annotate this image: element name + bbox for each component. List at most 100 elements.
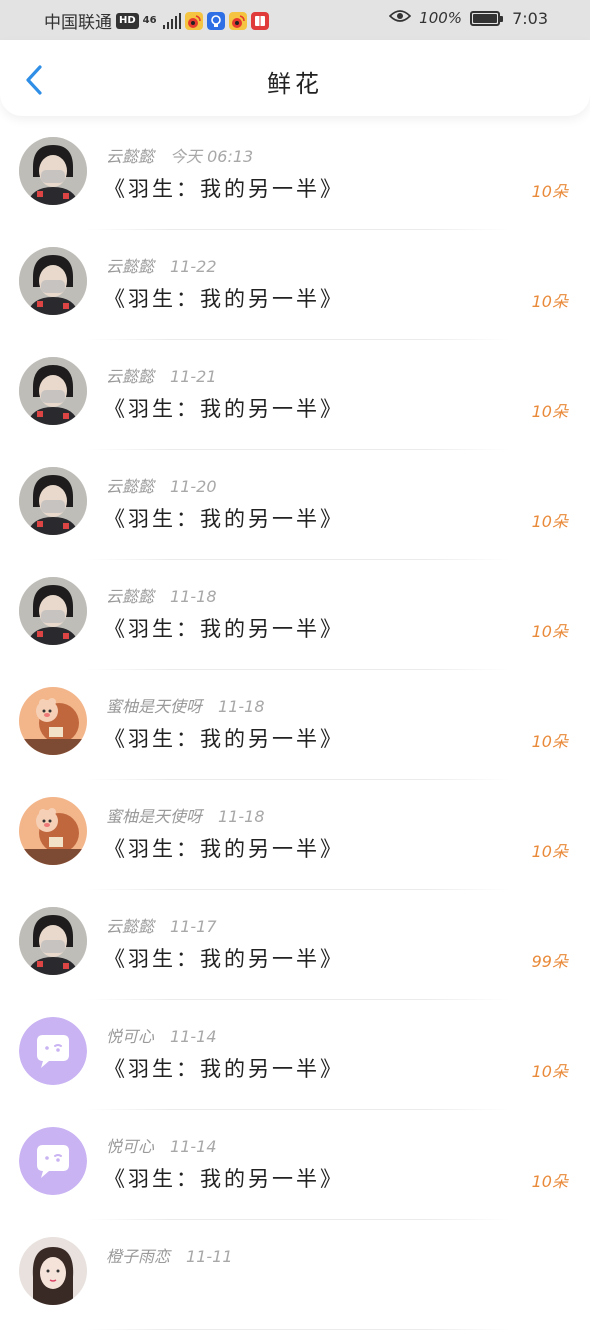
timestamp: 11-14	[170, 1027, 217, 1046]
battery-icon	[470, 10, 504, 26]
reader-app-icon	[250, 11, 269, 30]
eye-icon	[389, 8, 412, 28]
name-line: 云懿懿 11-20	[106, 473, 217, 497]
name-line: 云懿懿 11-22	[106, 253, 217, 277]
network-badge: 46	[142, 15, 157, 26]
user-photo-avatar-icon	[19, 467, 87, 535]
avatar[interactable]	[19, 1127, 87, 1195]
avatar[interactable]	[19, 247, 87, 315]
name-line: 悦可心 11-14	[106, 1133, 217, 1157]
list-item-3[interactable]: 云懿懿 11-20 《羽生：我的另一半》 10朵	[0, 450, 590, 560]
list-item-8[interactable]: 悦可心 11-14 《羽生：我的另一半》 10朵	[0, 1000, 590, 1110]
avatar[interactable]	[19, 467, 87, 535]
book-title[interactable]: 《羽生：我的另一半》	[104, 723, 344, 753]
name-line: 蜜柚是天使呀 11-18	[106, 693, 265, 717]
avatar[interactable]	[19, 1237, 87, 1305]
user-name[interactable]: 悦可心	[106, 1137, 154, 1156]
name-line: 云懿懿 11-21	[106, 363, 217, 387]
timestamp: 今天 06:13	[170, 147, 254, 166]
list-item-9[interactable]: 悦可心 11-14 《羽生：我的另一半》 10朵	[0, 1110, 590, 1220]
avatar[interactable]	[19, 137, 87, 205]
user-name[interactable]: 蜜柚是天使呀	[106, 807, 202, 826]
weibo-icon-2	[228, 11, 247, 30]
timestamp: 11-18	[170, 587, 217, 606]
user-photo-avatar-icon	[19, 137, 87, 205]
book-title[interactable]: 《羽生：我的另一半》	[104, 503, 344, 533]
user-photo-avatar-icon	[19, 357, 87, 425]
flower-record-list: 云懿懿 今天 06:13 《羽生：我的另一半》 10朵 云懿懿 11-22 《羽生：…	[0, 120, 590, 1330]
book-title[interactable]: 《羽生：我的另一半》	[104, 173, 344, 203]
book-title[interactable]: 《羽生：我的另一半》	[104, 613, 344, 643]
timestamp: 11-20	[170, 477, 217, 496]
user-name[interactable]: 云懿懿	[106, 147, 154, 166]
name-line: 云懿懿 今天 06:13	[106, 143, 253, 167]
user-name[interactable]: 橙子雨恋	[106, 1247, 170, 1266]
flower-amount: 10朵	[531, 512, 568, 531]
name-line: 蜜柚是天使呀 11-18	[106, 803, 265, 827]
list-item-0[interactable]: 云懿懿 今天 06:13 《羽生：我的另一半》 10朵	[0, 120, 590, 230]
book-title[interactable]: 《羽生：我的另一半》	[104, 1163, 344, 1193]
name-line: 橙子雨恋 11-11	[106, 1243, 233, 1267]
bulb-app-icon	[206, 11, 225, 30]
timestamp: 11-14	[170, 1137, 217, 1156]
page-title: 鲜花	[267, 70, 323, 98]
book-title[interactable]: 《羽生：我的另一半》	[104, 833, 344, 863]
list-item-2[interactable]: 云懿懿 11-21 《羽生：我的另一半》 10朵	[0, 340, 590, 450]
list-item-7[interactable]: 云懿懿 11-17 《羽生：我的另一半》 99朵	[0, 890, 590, 1000]
avatar[interactable]	[19, 797, 87, 865]
book-title[interactable]: 《羽生：我的另一半》	[104, 283, 344, 313]
timestamp: 11-11	[186, 1247, 233, 1266]
carrier-label: 中国联通	[44, 13, 112, 33]
flower-amount: 10朵	[531, 402, 568, 421]
avatar[interactable]	[19, 907, 87, 975]
book-title[interactable]: 《羽生：我的另一半》	[104, 943, 344, 973]
status-bar: 中国联通 HD 46 100% 7:03	[0, 0, 590, 40]
book-title[interactable]: 《羽生：我的另一半》	[104, 393, 344, 423]
avatar[interactable]	[19, 1017, 87, 1085]
flower-amount: 10朵	[531, 732, 568, 751]
flower-amount: 10朵	[531, 182, 568, 201]
list-item-1[interactable]: 云懿懿 11-22 《羽生：我的另一半》 10朵	[0, 230, 590, 340]
status-left: 中国联通 HD 46	[44, 8, 269, 33]
name-line: 悦可心 11-14	[106, 1023, 217, 1047]
list-item-6[interactable]: 蜜柚是天使呀 11-18 《羽生：我的另一半》 10朵	[0, 780, 590, 890]
avatar[interactable]	[19, 687, 87, 755]
user-name[interactable]: 蜜柚是天使呀	[106, 697, 202, 716]
page-header: 鲜花	[0, 40, 590, 116]
flower-amount: 10朵	[531, 622, 568, 641]
default-chat-avatar-icon	[19, 1127, 87, 1195]
user-name[interactable]: 悦可心	[106, 1027, 154, 1046]
hd-badge: HD	[116, 12, 139, 29]
status-right: 100% 7:03	[389, 8, 548, 28]
book-title[interactable]: 《羽生：我的另一半》	[104, 1053, 344, 1083]
weibo-icon	[184, 11, 203, 30]
list-item-10[interactable]: 橙子雨恋 11-11	[0, 1220, 590, 1330]
avatar[interactable]	[19, 357, 87, 425]
name-line: 云懿懿 11-18	[106, 583, 217, 607]
cartoon-bear-avatar-icon	[19, 687, 87, 755]
user-name[interactable]: 云懿懿	[106, 257, 154, 276]
default-chat-avatar-icon	[19, 1017, 87, 1085]
user-photo-avatar-icon	[19, 247, 87, 315]
list-item-4[interactable]: 云懿懿 11-18 《羽生：我的另一半》 10朵	[0, 560, 590, 670]
cartoon-bear-avatar-icon	[19, 797, 87, 865]
flower-amount: 10朵	[531, 1172, 568, 1191]
user-name[interactable]: 云懿懿	[106, 917, 154, 936]
timestamp: 11-21	[170, 367, 217, 386]
user-photo-girl-avatar-icon	[19, 1237, 87, 1305]
flower-amount: 10朵	[531, 1062, 568, 1081]
battery-percent: 100%	[419, 9, 463, 27]
name-line: 云懿懿 11-17	[106, 913, 217, 937]
flower-amount: 10朵	[531, 292, 568, 311]
user-name[interactable]: 云懿懿	[106, 587, 154, 606]
user-name[interactable]: 云懿懿	[106, 367, 154, 386]
timestamp: 11-17	[170, 917, 217, 936]
user-name[interactable]: 云懿懿	[106, 477, 154, 496]
timestamp: 11-18	[218, 807, 265, 826]
timestamp: 11-22	[170, 257, 217, 276]
clock: 7:03	[512, 8, 548, 28]
signal-icon	[162, 12, 181, 29]
avatar[interactable]	[19, 577, 87, 645]
flower-amount: 10朵	[531, 842, 568, 861]
list-item-5[interactable]: 蜜柚是天使呀 11-18 《羽生：我的另一半》 10朵	[0, 670, 590, 780]
